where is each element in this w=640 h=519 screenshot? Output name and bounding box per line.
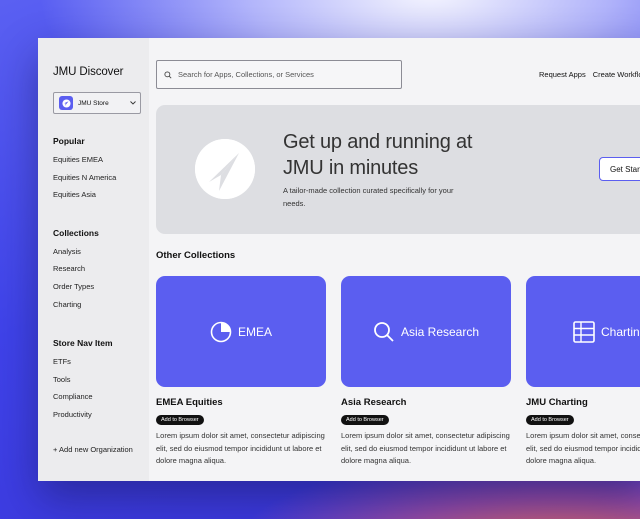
hero-banner: Get up and running at JMU in minutes A t…: [156, 105, 640, 234]
nav-heading-collections: Collections: [53, 227, 99, 238]
sidebar-item-equities-emea[interactable]: Equities EMEA: [53, 154, 149, 172]
card-image[interactable]: Asia Research: [341, 276, 511, 387]
sidebar-item-productivity[interactable]: Productivity: [53, 409, 149, 427]
card-image-label: EMEA: [237, 324, 272, 339]
nav-section-popular: Popular Equities EMEA Equities N America…: [53, 136, 149, 207]
card-image-label: Asia Research: [400, 324, 480, 339]
hero-logo: [195, 139, 255, 199]
card-description: Lorem ipsum dolor sit amet, consectetur …: [341, 431, 510, 465]
app-window: JMU Discover JMU Store Popular Equities …: [38, 38, 640, 481]
other-collections-heading: Other Collections: [156, 250, 236, 261]
card-image[interactable]: Charting: [526, 276, 640, 387]
collection-card-asia-research[interactable]: Asia Research Asia Research Add to Brows…: [341, 276, 511, 468]
sidebar-item-equities-n-america[interactable]: Equities N America: [53, 172, 149, 190]
sidebar-item-tools[interactable]: Tools: [53, 374, 149, 392]
card-image-label: Charting: [601, 324, 640, 339]
grid-icon: [573, 320, 595, 343]
collection-card-emea[interactable]: EMEA EMEA Equities Add to Browser Lorem …: [156, 276, 326, 468]
sidebar-item-order-types[interactable]: Order Types: [53, 281, 149, 299]
search-input[interactable]: Search for Apps, Collections, or Service…: [156, 60, 402, 89]
hero-subtitle: A tailor-made collection curated specifi…: [283, 186, 454, 208]
sidebar-item-compliance[interactable]: Compliance: [53, 391, 149, 409]
hero-title: Get up and running at JMU in minutes: [283, 131, 473, 179]
sidebar-item-etfs[interactable]: ETFs: [53, 356, 149, 374]
store-select[interactable]: JMU Store: [53, 92, 141, 114]
pie-chart-icon: [210, 321, 232, 342]
collection-card-charting[interactable]: Charting JMU Charting Add to Browser Lor…: [526, 276, 640, 468]
top-links: Request Apps Create Workflow: [539, 70, 640, 79]
card-description: Lorem ipsum dolor sit amet, consectetur …: [526, 431, 640, 465]
get-started-button[interactable]: Get Started: [599, 157, 640, 181]
paper-plane-icon: [195, 139, 255, 199]
card-title: JMU Charting: [526, 397, 588, 408]
create-workflow-link[interactable]: Create Workflow: [593, 70, 640, 79]
nav-heading-popular: Popular: [53, 136, 85, 146]
chevron-down-icon: [130, 100, 136, 107]
add-to-browser-button[interactable]: Add to Browser: [526, 415, 574, 425]
search-icon: [374, 321, 394, 342]
card-title: EMEA Equities: [156, 397, 223, 408]
nav-section-store-nav: Store Nav Item ETFs Tools Compliance Pro…: [53, 338, 149, 426]
sidebar-item-research[interactable]: Research: [53, 263, 149, 281]
request-apps-link[interactable]: Request Apps: [539, 70, 586, 79]
sidebar-item-charting[interactable]: Charting: [53, 299, 149, 317]
search-placeholder: Search for Apps, Collections, or Service…: [178, 70, 314, 79]
store-select-value: JMU Store: [78, 99, 109, 107]
store-logo-icon: [59, 96, 73, 110]
sidebar-item-equities-asia[interactable]: Equities Asia: [53, 189, 149, 207]
card-description: Lorem ipsum dolor sit amet, consectetur …: [156, 431, 325, 465]
sidebar: JMU Discover JMU Store Popular Equities …: [38, 38, 149, 481]
sidebar-item-analysis[interactable]: Analysis: [53, 246, 149, 264]
add-to-browser-button[interactable]: Add to Browser: [156, 415, 204, 425]
card-image[interactable]: EMEA: [156, 276, 326, 387]
search-icon: [164, 66, 172, 84]
main-content: Search for Apps, Collections, or Service…: [149, 38, 640, 481]
add-to-browser-button[interactable]: Add to Browser: [341, 415, 389, 425]
card-title: Asia Research: [341, 397, 407, 408]
add-organization-link[interactable]: + Add new Organization: [53, 445, 133, 454]
nav-section-collections: Collections Analysis Research Order Type…: [53, 228, 149, 316]
app-title: JMU Discover: [53, 66, 124, 78]
nav-heading-store-nav: Store Nav Item: [53, 338, 113, 349]
